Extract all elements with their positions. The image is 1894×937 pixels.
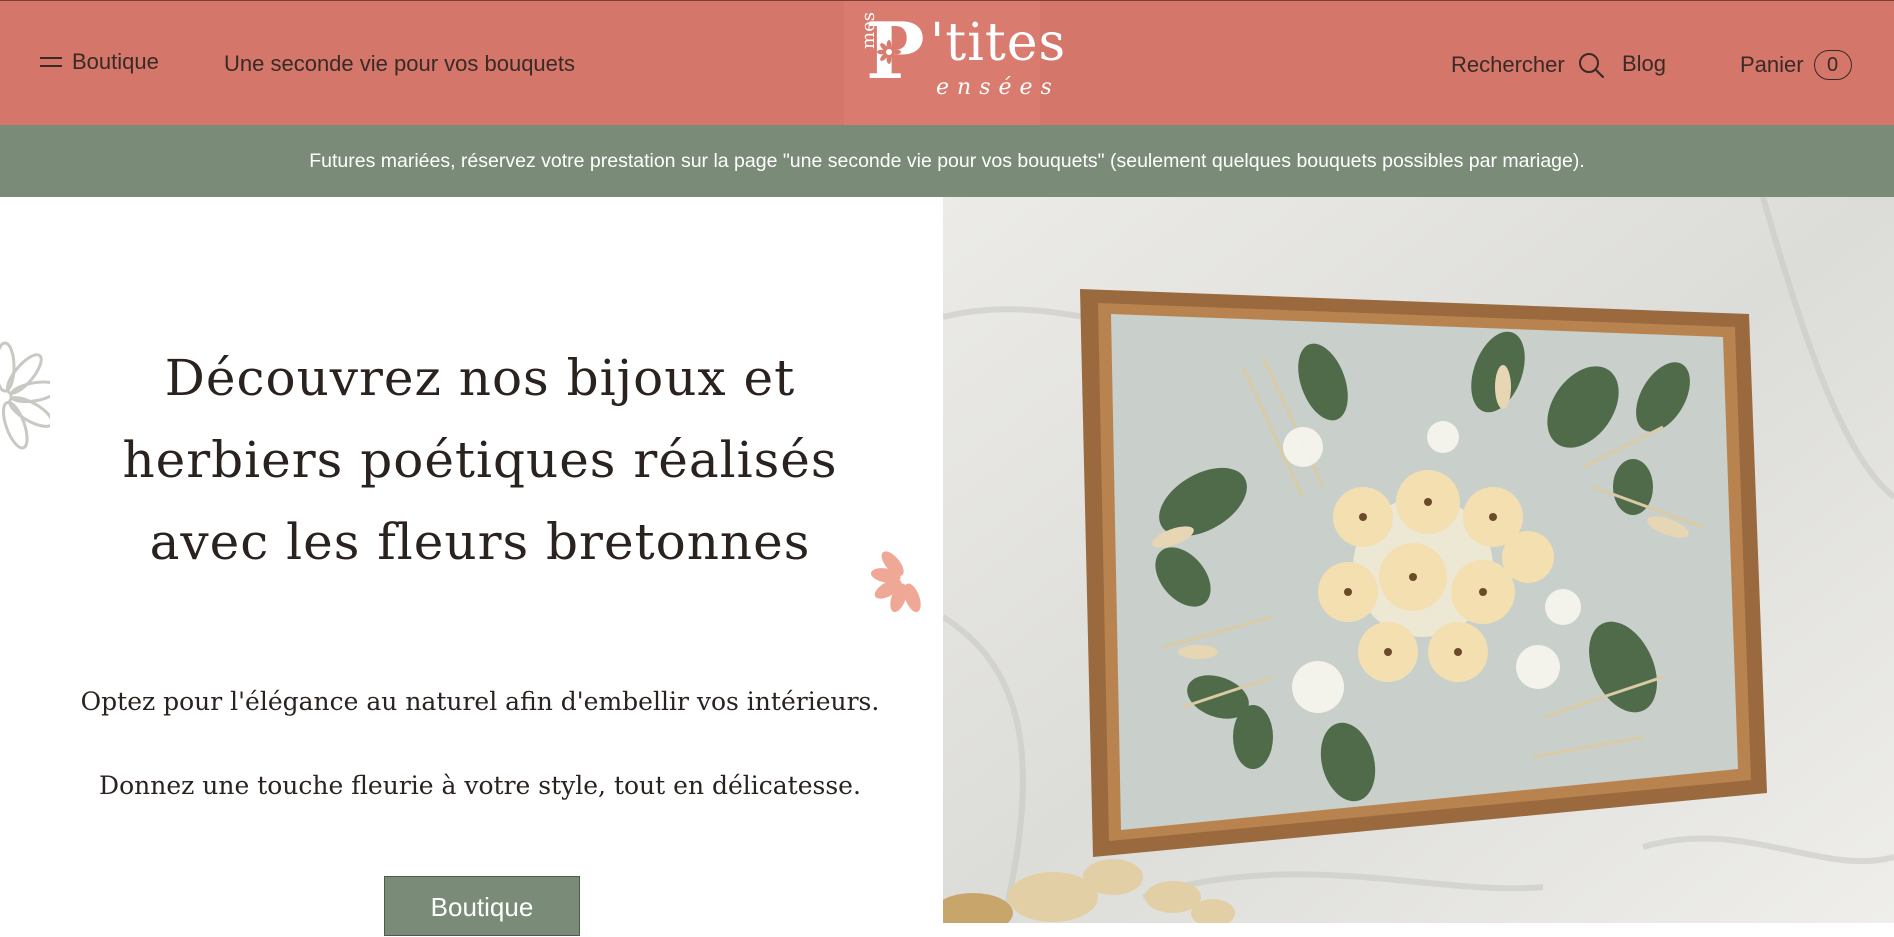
hero-title-line-3: avec les fleurs bretonnes	[149, 513, 811, 571]
cart-label: Panier	[1740, 52, 1804, 77]
search-icon	[1578, 53, 1604, 79]
logo-tites: 'tites	[930, 13, 1067, 73]
cart-button[interactable]: Panier 0	[1740, 50, 1852, 80]
hero-text-panel: Découvrez nos bijoux et herbiers poétiqu…	[0, 197, 943, 936]
hero-title-line-2: herbiers poétiques réalisés	[122, 431, 838, 489]
announcement-bar: Futures mariées, réservez votre prestati…	[0, 125, 1894, 197]
site-logo[interactable]: mes P 'tites ensées	[844, 1, 1065, 126]
hamburger-icon	[40, 56, 62, 68]
hero-title-line-1: Découvrez nos bijoux et	[164, 349, 796, 407]
logo-ensees: ensées	[936, 75, 1060, 100]
daisy-icon	[877, 40, 901, 64]
search-button[interactable]: Rechercher	[1451, 51, 1605, 79]
announcement-text: Futures mariées, réservez votre prestati…	[309, 149, 1585, 172]
hero-image-pressed-flower-frame	[943, 197, 1894, 923]
hero-title: Découvrez nos bijoux et herbiers poétiqu…	[80, 337, 880, 583]
boutique-button[interactable]: Boutique	[384, 876, 580, 936]
menu-label: Boutique	[72, 49, 159, 74]
pink-flower-decoration	[870, 551, 921, 613]
search-label: Rechercher	[1451, 52, 1565, 77]
hero-paragraph-2: Donnez une touche fleurie à votre style,…	[99, 771, 861, 800]
nav-link-blog[interactable]: Blog	[1622, 51, 1666, 77]
daisy-outline-decoration	[0, 341, 50, 450]
cart-count-badge: 0	[1813, 50, 1852, 80]
pressed-flower-frame-illustration	[943, 197, 1894, 923]
nav-link-seconde-vie[interactable]: Une seconde vie pour vos bouquets	[224, 51, 575, 77]
menu-button[interactable]: Boutique	[40, 49, 159, 75]
site-header: Boutique Une seconde vie pour vos bouque…	[0, 0, 1894, 126]
hero-paragraph-1: Optez pour l'élégance au naturel afin d'…	[80, 687, 880, 716]
